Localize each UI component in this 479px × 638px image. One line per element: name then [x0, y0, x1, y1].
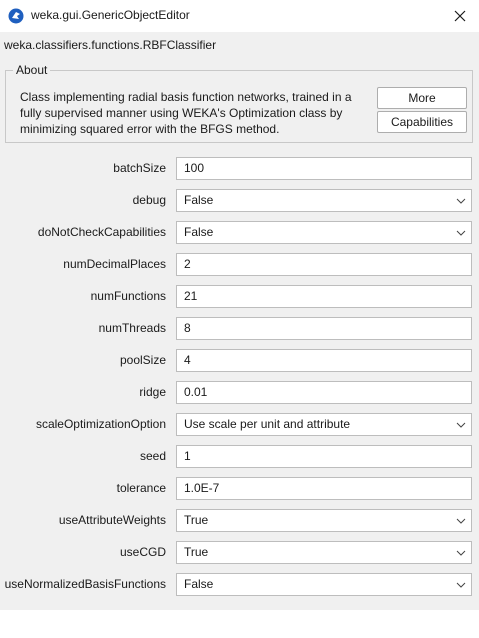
numfunctions-label: numFunctions — [90, 289, 166, 303]
seed-label: seed — [139, 449, 166, 463]
weka-bird-icon — [8, 8, 24, 24]
property-row-usenormalizedbasisfunctions: useNormalizedBasisFunctions False — [0, 573, 479, 597]
chevron-down-icon — [456, 550, 466, 556]
donotcheckcapabilities-value: False — [184, 225, 214, 239]
scaleoptimizationoption-dropdown[interactable]: Use scale per unit and attribute — [176, 413, 472, 436]
numdecimalplaces-field[interactable]: 2 — [176, 253, 472, 276]
about-description: Class implementing radial basis function… — [20, 89, 368, 137]
numthreads-label: numThreads — [98, 321, 166, 335]
more-button[interactable]: More — [377, 87, 467, 109]
debug-value: False — [184, 193, 214, 207]
property-row-scaleoptimizationoption: scaleOptimizationOption Use scale per un… — [0, 413, 479, 437]
property-row-poolsize: poolSize 4 — [0, 349, 479, 373]
donotcheckcapabilities-dropdown[interactable]: False — [176, 221, 472, 244]
useattributeweights-dropdown[interactable]: True — [176, 509, 472, 532]
donotcheckcapabilities-label: doNotCheckCapabilities — [37, 225, 166, 239]
property-row-batchsize: batchSize 100 — [0, 157, 479, 181]
usecgd-label: useCGD — [119, 545, 166, 559]
useattributeweights-value: True — [184, 513, 209, 527]
about-line-2: fully supervised manner using WEKA's Opt… — [20, 106, 343, 120]
chevron-down-icon — [456, 582, 466, 588]
poolsize-field[interactable]: 4 — [176, 349, 472, 372]
numthreads-field[interactable]: 8 — [176, 317, 472, 340]
tolerance-field[interactable]: 1.0E-7 — [176, 477, 472, 500]
property-row-usecgd: useCGD True — [0, 541, 479, 565]
bottom-area — [0, 610, 479, 638]
chevron-down-icon — [456, 198, 466, 204]
property-row-numfunctions: numFunctions 21 — [0, 285, 479, 309]
about-line-1: Class implementing radial basis function… — [20, 90, 352, 104]
debug-dropdown[interactable]: False — [176, 189, 472, 212]
useattributeweights-label: useAttributeWeights — [58, 513, 166, 527]
property-row-donotcheckcapabilities: doNotCheckCapabilities False — [0, 221, 479, 245]
seed-field[interactable]: 1 — [176, 445, 472, 468]
scaleoptimizationoption-value: Use scale per unit and attribute — [184, 417, 351, 431]
tolerance-label: tolerance — [116, 481, 166, 495]
numdecimalplaces-label: numDecimalPlaces — [63, 257, 166, 271]
ridge-field[interactable]: 0.01 — [176, 381, 472, 404]
usecgd-value: True — [184, 545, 209, 559]
batchsize-label: batchSize — [113, 161, 166, 175]
usecgd-dropdown[interactable]: True — [176, 541, 472, 564]
debug-label: debug — [132, 193, 166, 207]
property-row-seed: seed 1 — [0, 445, 479, 469]
usenormalizedbasisfunctions-dropdown[interactable]: False — [176, 573, 472, 596]
window-title: weka.gui.GenericObjectEditor — [31, 8, 190, 22]
property-row-ridge: ridge 0.01 — [0, 381, 479, 405]
title-bar: weka.gui.GenericObjectEditor — [0, 0, 479, 32]
property-row-numdecimalplaces: numDecimalPlaces 2 — [0, 253, 479, 277]
capabilities-button[interactable]: Capabilities — [377, 111, 467, 133]
property-row-numthreads: numThreads 8 — [0, 317, 479, 341]
close-button[interactable] — [444, 3, 476, 29]
usenormalizedbasisfunctions-value: False — [184, 577, 214, 591]
property-row-tolerance: tolerance 1.0E-7 — [0, 477, 479, 501]
poolsize-label: poolSize — [119, 353, 166, 367]
property-row-useattributeweights: useAttributeWeights True — [0, 509, 479, 533]
chevron-down-icon — [456, 518, 466, 524]
editor-panel: weka.classifiers.functions.RBFClassifier… — [0, 32, 479, 610]
chevron-down-icon — [456, 422, 466, 428]
classifier-name: weka.classifiers.functions.RBFClassifier — [4, 38, 217, 52]
chevron-down-icon — [456, 230, 466, 236]
numfunctions-field[interactable]: 21 — [176, 285, 472, 308]
ridge-label: ridge — [139, 385, 166, 399]
about-group: About Class implementing radial basis fu… — [5, 63, 473, 143]
property-row-debug: debug False — [0, 189, 479, 213]
about-line-3: minimizing squared error with the BFGS m… — [20, 122, 280, 136]
about-legend: About — [13, 63, 51, 77]
batchsize-field[interactable]: 100 — [176, 157, 472, 180]
usenormalizedbasisfunctions-label: useNormalizedBasisFunctions — [4, 577, 166, 591]
scaleoptimizationoption-label: scaleOptimizationOption — [35, 417, 166, 431]
close-icon — [454, 10, 466, 22]
